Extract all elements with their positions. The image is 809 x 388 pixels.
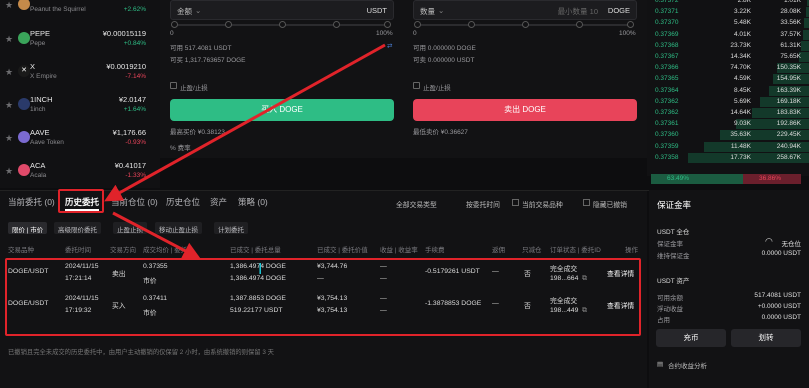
arrow-to-orders	[112, 211, 201, 260]
annotation-arrows	[104, 43, 386, 260]
arrow-to-tab	[104, 43, 386, 202]
